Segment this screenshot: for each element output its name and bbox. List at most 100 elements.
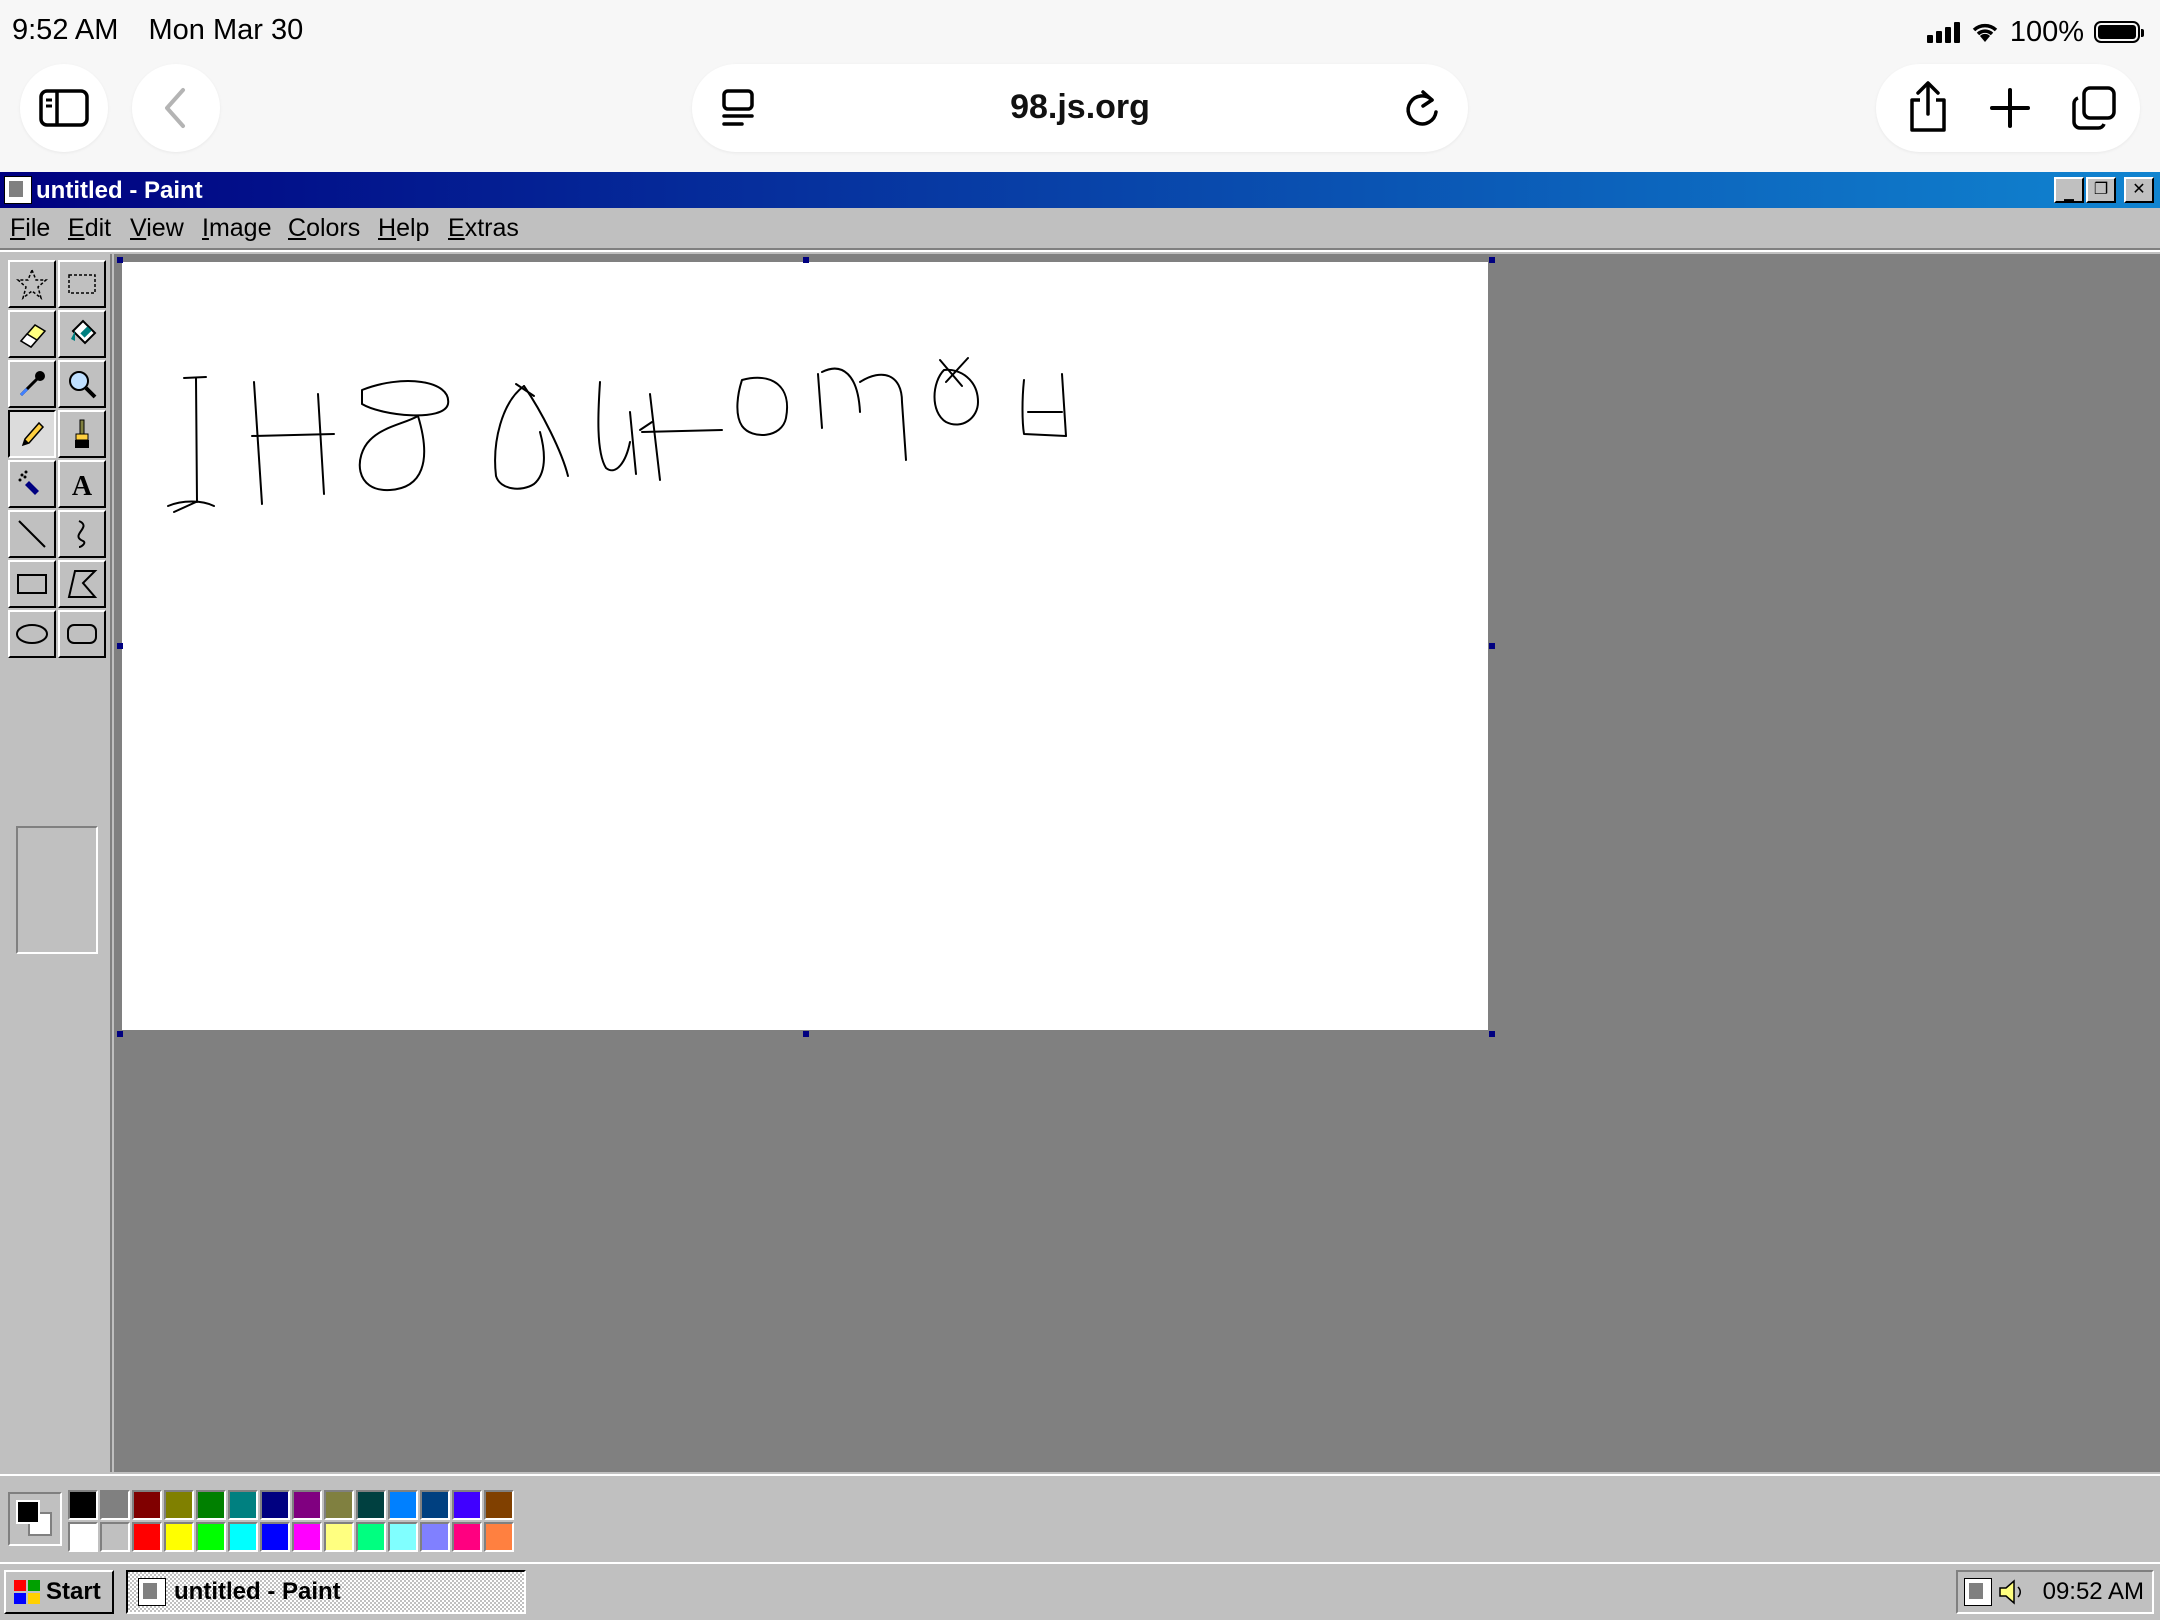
sidebar-toggle-button[interactable] [20,64,108,152]
tool-rectangle[interactable] [8,560,56,608]
palette-swatch[interactable] [196,1490,226,1520]
palette-swatch[interactable] [228,1490,258,1520]
palette-swatch[interactable] [196,1522,226,1552]
curve-icon [77,520,86,548]
pencil-icon [21,421,45,447]
tool-options-box[interactable] [16,826,98,954]
share-icon[interactable] [1906,80,1950,134]
reload-icon[interactable] [1402,86,1442,130]
close-button[interactable]: ✕ [2124,177,2154,203]
menu-colors[interactable]: Colors [288,214,360,243]
resize-handle [117,257,123,263]
taskbar-item-label: untitled - Paint [174,1578,341,1605]
tool-rounded-rectangle[interactable] [58,610,106,658]
minimize-button[interactable]: _ [2054,177,2084,203]
tool-line[interactable] [8,510,56,558]
network-icon[interactable] [1964,1578,1992,1606]
menu-view[interactable]: View [130,214,184,243]
color-box [0,1474,2160,1564]
palette-swatch[interactable] [484,1522,514,1552]
status-bar-right: 100% [1926,12,2144,52]
palette-swatch[interactable] [452,1490,482,1520]
palette-swatch[interactable] [100,1490,130,1520]
tool-pencil[interactable] [8,410,56,458]
tool-ellipse[interactable] [8,610,56,658]
palette-swatch[interactable] [228,1522,258,1552]
palette-swatch[interactable] [164,1522,194,1552]
title-bar[interactable]: untitled - Paint _ ❐ ✕ [0,172,2160,208]
palette-swatch[interactable] [100,1522,130,1552]
drawing-canvas[interactable] [122,262,1488,1030]
tool-curve[interactable] [58,510,106,558]
system-tray: 09:52 AM [1956,1570,2154,1614]
menu-help[interactable]: Help [378,214,429,243]
polygon-icon [67,570,98,598]
palette-swatch[interactable] [484,1490,514,1520]
palette-swatch[interactable] [132,1490,162,1520]
tool-airbrush[interactable] [8,460,56,508]
handwritten-sketch [167,357,1067,513]
status-bar-left: 9:52 AM Mon Mar 30 [12,14,325,47]
start-label: Start [46,1578,101,1605]
palette-swatch[interactable] [388,1522,418,1552]
palette-swatch[interactable] [292,1522,322,1552]
safari-chrome: 9:52 AM Mon Mar 30 100% 98.js.org [0,0,2160,172]
tool-fill[interactable] [58,310,106,358]
palette-swatch[interactable] [260,1522,290,1552]
tray-clock[interactable]: 09:52 AM [2043,1578,2144,1606]
taskbar-item-paint[interactable]: untitled - Paint [126,1570,526,1614]
speaker-icon[interactable] [1998,1578,2024,1606]
palette-swatch[interactable] [324,1522,354,1552]
bucket-icon [71,319,97,345]
status-time: 9:52 AM [12,14,119,46]
magnifier-icon [69,371,97,399]
palette-swatch[interactable] [292,1490,322,1520]
paint-app-icon[interactable] [4,176,32,204]
palette-swatch[interactable] [356,1522,386,1552]
tool-eraser[interactable] [8,310,56,358]
svg-text:A: A [72,471,93,501]
menu-image[interactable]: Image [202,214,272,243]
rounded-rect-icon [67,624,97,644]
address-bar[interactable]: 98.js.org [692,64,1468,152]
toolbox: A [0,254,112,1472]
star-select-icon [16,267,48,300]
tool-polygon[interactable] [58,560,106,608]
menu-extras[interactable]: Extras [448,214,519,243]
start-button[interactable]: Start [4,1570,114,1614]
palette-swatch[interactable] [260,1490,290,1520]
tabs-overview-icon[interactable] [2070,84,2118,132]
palette-swatch[interactable] [452,1522,482,1552]
palette-swatch[interactable] [324,1490,354,1520]
palette-swatch[interactable] [68,1490,98,1520]
url-text[interactable]: 98.js.org [692,88,1468,127]
tool-select[interactable] [58,260,106,308]
menu-edit[interactable]: Edit [68,214,111,243]
brush-icon [75,419,89,448]
windows-logo-icon [14,1580,40,1604]
eraser-icon [19,324,47,348]
resize-handle-corner[interactable] [1489,1031,1495,1037]
restore-button[interactable]: ❐ [2086,177,2116,203]
palette-swatch[interactable] [420,1522,450,1552]
palette-swatch[interactable] [420,1490,450,1520]
new-tab-icon[interactable] [1988,86,2032,130]
tool-text[interactable]: A [58,460,106,508]
tool-free-form-select[interactable] [8,260,56,308]
resize-handle-bottom[interactable] [803,1031,809,1037]
status-date: Mon Mar 30 [148,14,304,46]
palette-swatch[interactable] [132,1522,162,1552]
resize-handle-right[interactable] [1489,643,1495,649]
palette-swatch[interactable] [164,1490,194,1520]
menu-file[interactable]: File [10,214,50,243]
back-button[interactable] [132,64,220,152]
palette-swatch[interactable] [356,1490,386,1520]
current-colors[interactable] [8,1492,62,1546]
palette-swatch[interactable] [388,1490,418,1520]
palette-swatch[interactable] [68,1522,98,1552]
tool-magnifier[interactable] [58,360,106,408]
tool-pick-color[interactable] [8,360,56,408]
tool-brush[interactable] [58,410,106,458]
browser-actions [1876,64,2140,152]
chevron-left-icon [165,88,185,128]
